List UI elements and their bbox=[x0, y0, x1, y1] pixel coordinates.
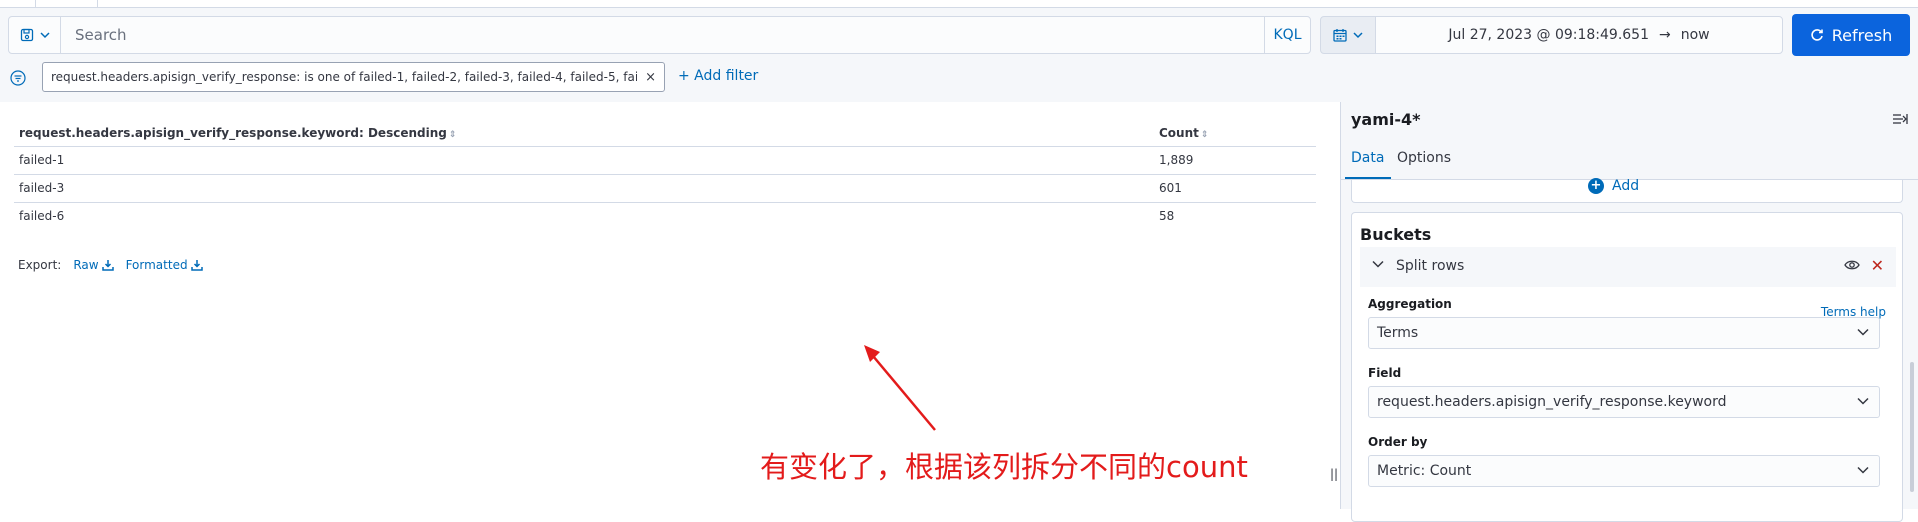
chevron-down-icon[interactable] bbox=[1372, 259, 1384, 269]
download-icon bbox=[101, 260, 114, 271]
table-cell-count: 1,889 bbox=[1154, 146, 1316, 175]
date-range-display: Jul 27, 2023 @ 09:18:49.651 → now bbox=[1375, 16, 1783, 54]
close-icon[interactable]: × bbox=[645, 70, 656, 85]
chevron-down-icon bbox=[39, 32, 50, 39]
date-end[interactable]: now bbox=[1681, 27, 1710, 43]
download-icon bbox=[190, 260, 203, 271]
query-input-group: KQL bbox=[8, 16, 1311, 54]
editor-tabs: Data Options bbox=[1341, 142, 1918, 180]
search-input[interactable] bbox=[61, 17, 1271, 53]
sidebar-editor: yami-4* Data Options + Add Buckets Split… bbox=[1340, 102, 1918, 522]
close-icon[interactable]: ✕ bbox=[1871, 256, 1884, 275]
export-formatted-button[interactable]: Formatted bbox=[126, 258, 203, 272]
table-cell-term[interactable]: failed-3 bbox=[14, 174, 1154, 203]
table-row: failed-1 1,889 bbox=[14, 146, 1316, 175]
refresh-label: Refresh bbox=[1831, 25, 1893, 45]
metrics-card: + Add bbox=[1351, 178, 1903, 203]
filter-pill-label: request.headers.apisign_verify_response:… bbox=[51, 70, 638, 84]
chevron-down-icon bbox=[1857, 466, 1869, 474]
column-header-terms[interactable]: request.headers.apisign_verify_response.… bbox=[14, 120, 1154, 147]
visualization-area: request.headers.apisign_verify_response.… bbox=[0, 102, 1335, 509]
table-cell-count: 601 bbox=[1154, 174, 1316, 203]
export-row: Export: Raw Formatted bbox=[18, 258, 203, 272]
chevron-down-icon bbox=[1857, 328, 1869, 336]
active-tab-indicator bbox=[1345, 177, 1391, 179]
panel-resize-handle[interactable]: || bbox=[1330, 467, 1338, 481]
table-cell-count: 58 bbox=[1159, 209, 1175, 224]
sort-icon[interactable]: ⇕ bbox=[449, 130, 457, 140]
date-quick-select-button[interactable] bbox=[1320, 16, 1376, 54]
chevron-down-icon bbox=[1353, 32, 1363, 39]
table-cell-term[interactable]: failed-6 bbox=[14, 202, 1154, 230]
chevron-down-icon bbox=[1857, 397, 1869, 405]
order-by-label: Order by bbox=[1368, 435, 1428, 449]
refresh-icon bbox=[1811, 29, 1823, 41]
split-rows-header[interactable]: Split rows ✕ bbox=[1360, 247, 1896, 287]
filter-bar: request.headers.apisign_verify_response:… bbox=[0, 60, 1918, 102]
annotation-arrow-icon bbox=[864, 345, 936, 431]
aggregation-label: Aggregation bbox=[1368, 297, 1452, 311]
field-value: request.headers.apisign_verify_response.… bbox=[1377, 394, 1727, 410]
table-header-row: request.headers.apisign_verify_response.… bbox=[14, 120, 1316, 147]
annotation-text: 有变化了，根据该列拆分不同的count bbox=[760, 450, 1248, 484]
tab-options[interactable]: Options bbox=[1397, 150, 1451, 166]
order-by-value: Metric: Count bbox=[1377, 463, 1472, 479]
data-table: request.headers.apisign_verify_response.… bbox=[14, 120, 1316, 230]
query-bar: KQL Jul 27, 2023 @ 09:18:49.651 → now Re… bbox=[0, 8, 1918, 60]
add-metric-button[interactable]: + Add bbox=[1588, 178, 1639, 194]
tab-data[interactable]: Data bbox=[1351, 150, 1384, 166]
calendar-icon bbox=[1333, 29, 1347, 42]
split-rows-label: Split rows bbox=[1396, 258, 1465, 274]
export-raw-button[interactable]: Raw bbox=[73, 258, 114, 272]
index-pattern-title: yami-4* bbox=[1351, 110, 1421, 129]
filter-pill[interactable]: request.headers.apisign_verify_response:… bbox=[42, 62, 665, 92]
save-icon bbox=[20, 28, 33, 42]
export-label: Export: bbox=[18, 258, 62, 272]
aggregation-value: Terms bbox=[1377, 325, 1419, 341]
table-row: failed-6 58 bbox=[14, 202, 1316, 230]
query-language-toggle[interactable]: KQL bbox=[1264, 17, 1310, 53]
plus-circle-icon: + bbox=[1588, 178, 1604, 194]
eye-icon[interactable] bbox=[1844, 259, 1860, 271]
scrollbar[interactable] bbox=[1910, 362, 1914, 492]
top-strip-tab[interactable] bbox=[0, 0, 36, 8]
collapse-sidebar-icon[interactable] bbox=[1892, 112, 1908, 126]
top-tab-strip bbox=[0, 0, 1918, 8]
order-by-select[interactable]: Metric: Count bbox=[1368, 455, 1880, 487]
date-arrow: → bbox=[1659, 27, 1671, 43]
aggregation-select[interactable]: Terms bbox=[1368, 317, 1880, 349]
sort-icon[interactable]: ⇕ bbox=[1201, 130, 1209, 140]
field-select[interactable]: request.headers.apisign_verify_response.… bbox=[1368, 386, 1880, 418]
buckets-title: Buckets bbox=[1360, 225, 1432, 244]
filter-icon bbox=[10, 70, 26, 86]
add-filter-button[interactable]: + Add filter bbox=[678, 68, 758, 84]
field-label: Field bbox=[1368, 366, 1402, 380]
filter-menu-button[interactable] bbox=[8, 68, 28, 88]
top-strip-tab[interactable] bbox=[36, 0, 98, 8]
saved-query-button[interactable] bbox=[9, 17, 61, 53]
date-start[interactable]: Jul 27, 2023 @ 09:18:49.651 bbox=[1448, 27, 1649, 43]
column-header-count[interactable]: Count ⇕ bbox=[1154, 120, 1316, 147]
table-row: failed-3 601 bbox=[14, 174, 1316, 203]
buckets-card: Buckets Split rows ✕ Aggregation Terms h… bbox=[1351, 212, 1903, 522]
table-cell-term[interactable]: failed-1 bbox=[14, 146, 1154, 175]
refresh-button[interactable]: Refresh bbox=[1792, 14, 1910, 56]
